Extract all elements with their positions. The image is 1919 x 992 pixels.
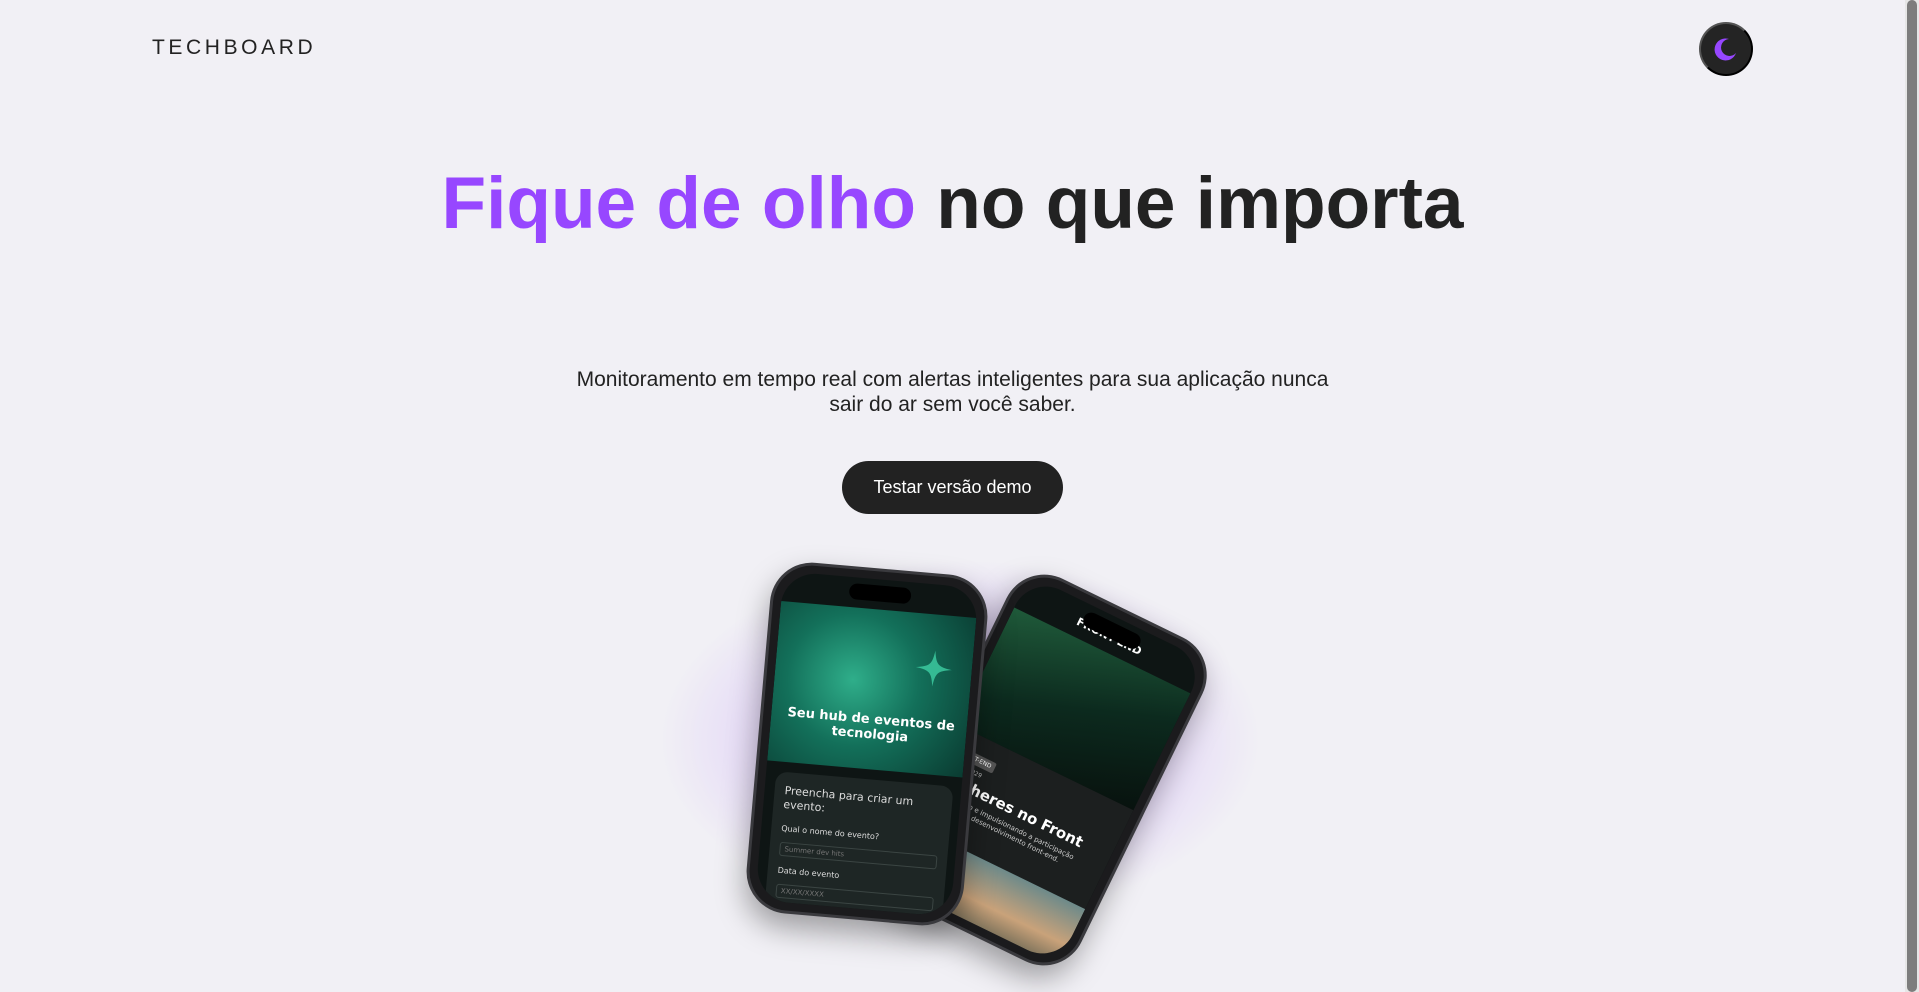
moon-icon <box>1714 38 1736 61</box>
dynamic-island <box>848 582 912 605</box>
hero-title-accent: Fique de olho <box>441 163 916 244</box>
scrollbar-thumb[interactable] <box>1907 0 1917 992</box>
scrollbar[interactable] <box>1905 0 1919 992</box>
phone-screen: Seu hub de eventos de tecnologia Preench… <box>754 571 980 917</box>
event-form: Preencha para criar um evento: Qual o no… <box>762 771 954 917</box>
phone-mockup-left: Seu hub de eventos de tecnologia Preench… <box>743 559 991 929</box>
theme-toggle-button[interactable] <box>1699 22 1753 76</box>
hero-image <box>767 600 977 778</box>
hero-title: Fique de olho no que importa <box>0 163 1905 245</box>
form-title: Preencha para criar um evento: <box>782 784 914 815</box>
hero-title-rest: no que importa <box>936 163 1464 244</box>
brand-logo[interactable]: TECHBOARD <box>152 36 316 60</box>
hero-subtitle: Monitoramento em tempo real com alertas … <box>576 368 1329 416</box>
event-name-field <box>778 841 938 870</box>
sparkle-icon <box>915 650 952 687</box>
event-date-field <box>775 883 934 912</box>
demo-button[interactable]: Testar versão demo <box>842 461 1063 514</box>
